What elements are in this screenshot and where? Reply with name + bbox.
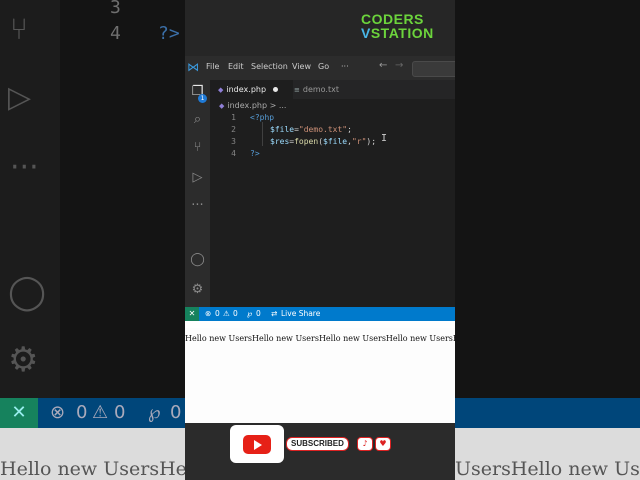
tab-label: demo.txt <box>302 85 339 94</box>
tab-index-php[interactable]: ◆ index.php <box>210 80 293 99</box>
ports-icon[interactable]: ℘ <box>247 309 252 318</box>
live-share-label[interactable]: Live Share <box>281 309 320 318</box>
indent-guide <box>262 122 263 146</box>
ports-count[interactable]: 0 <box>256 309 261 318</box>
source-control-icon[interactable]: ⑂ <box>185 140 210 155</box>
antenna-icon: ℘ <box>148 402 161 423</box>
remote-icon[interactable]: ✕ <box>185 307 199 321</box>
tab-label: index.php <box>226 85 267 94</box>
error-icon[interactable]: ⊗ <box>205 309 211 318</box>
code-line-1: <?php <box>250 113 275 122</box>
text-file-icon: ≡ <box>294 86 300 94</box>
text-cursor-icon: I <box>381 133 388 144</box>
output-text: Hello new UsersHello new UsersHello new … <box>185 334 455 343</box>
vscode-window: ⋈ File Edit Selection View Go ··· ← → ❐ … <box>185 56 455 321</box>
line-number: 1 <box>231 113 236 122</box>
menu-file[interactable]: File <box>206 62 219 71</box>
background-warning-count: 0 <box>114 402 126 423</box>
account-icon: ◯ <box>8 272 47 312</box>
menu-edit[interactable]: Edit <box>228 62 244 71</box>
code-line-2: $file="demo.txt"; <box>270 125 352 134</box>
status-bar: ✕ ⊗ 0 ⚠ 0 ℘ 0 ⇄ Live Share <box>185 307 455 321</box>
code-editor[interactable]: 1 2 3 4 <?php $file="demo.txt"; $res=fop… <box>210 112 455 282</box>
background-port-count: 0 <box>170 402 182 423</box>
live-share-icon[interactable]: ⇄ <box>271 309 277 318</box>
vscode-logo-icon: ⋈ <box>187 60 199 74</box>
logo-line-2: VSTATION <box>361 26 445 40</box>
logo-station: STATION <box>370 25 434 41</box>
breadcrumb-rest[interactable]: > ... <box>270 101 287 110</box>
youtube-play-icon <box>243 435 271 454</box>
coders-station-logo: CODERS VSTATION <box>361 12 445 40</box>
background-code-fragment: ?> <box>158 23 180 44</box>
subscribed-button[interactable]: SUBSCRIBED <box>286 437 349 451</box>
more-icon: ··· <box>10 150 39 185</box>
menu-selection[interactable]: Selection <box>251 62 288 71</box>
explorer-badge: 1 <box>198 94 207 103</box>
source-control-icon: ⑂ <box>10 12 28 47</box>
thumbs-up-icon[interactable]: ♥ <box>375 437 391 451</box>
settings-gear-icon[interactable]: ⚙ <box>185 282 210 297</box>
background-activity-bar: ⑂ ▷ ··· ◯ ⚙ <box>0 0 60 400</box>
error-icon: ⊗ <box>50 402 66 423</box>
video-frame: CODERS VSTATION ⋈ File Edit Selection Vi… <box>185 0 455 480</box>
line-number: 4 <box>231 149 236 158</box>
settings-gear-icon: ⚙ <box>8 340 39 380</box>
background-line-number: 3 <box>110 0 121 18</box>
tab-demo-txt[interactable]: ≡ demo.txt <box>286 80 364 99</box>
error-count[interactable]: 0 <box>215 309 220 318</box>
youtube-logo[interactable] <box>230 425 284 463</box>
run-debug-icon[interactable]: ▷ <box>185 170 210 185</box>
warning-icon[interactable]: ⚠ <box>223 309 230 318</box>
breadcrumb: ◆ index.php > ... <box>219 101 286 110</box>
remote-icon: ✕ <box>0 398 38 428</box>
php-file-icon: ◆ <box>219 102 225 110</box>
back-arrow-icon[interactable]: ← <box>379 60 387 71</box>
browser-output: Hello new UsersHello new UsersHello new … <box>185 328 455 423</box>
more-icon[interactable]: ··· <box>185 198 210 213</box>
forward-arrow-icon[interactable]: → <box>395 60 403 71</box>
warning-icon: ⚠ <box>92 402 109 423</box>
background-line-number: 4 <box>110 23 121 44</box>
php-file-icon: ◆ <box>218 86 224 94</box>
activity-bar: ❐ 1 ⌕ ⑂ ▷ ··· ◯ ⚙ <box>185 80 210 307</box>
unsaved-dot-icon[interactable] <box>273 87 278 92</box>
code-line-4: ?> <box>250 149 260 158</box>
menu-go[interactable]: Go <box>318 62 329 71</box>
editor-tabs: ◆ index.php ≡ demo.txt <box>210 80 455 99</box>
run-debug-icon: ▷ <box>8 80 32 115</box>
background-output-text: UsersHello new Users <box>455 458 640 480</box>
top-area: CODERS VSTATION <box>185 0 455 56</box>
line-number: 2 <box>231 125 236 134</box>
bell-icon[interactable]: ♪ <box>357 437 373 451</box>
menu-view[interactable]: View <box>292 62 311 71</box>
line-number: 3 <box>231 137 236 146</box>
subscribe-bar: SUBSCRIBED ♪ ♥ <box>185 423 455 480</box>
background-error-count: 0 <box>76 402 88 423</box>
command-center-search[interactable] <box>412 61 455 77</box>
breadcrumb-file[interactable]: index.php <box>227 101 267 110</box>
title-bar: ⋈ File Edit Selection View Go ··· ← → <box>185 56 455 80</box>
search-icon[interactable]: ⌕ <box>185 112 210 127</box>
account-icon[interactable]: ◯ <box>185 252 210 267</box>
menu-more[interactable]: ··· <box>341 62 349 71</box>
warning-count[interactable]: 0 <box>233 309 238 318</box>
logo-v: V <box>361 25 371 41</box>
code-line-3: $res=fopen($file,"r"); <box>270 137 377 146</box>
